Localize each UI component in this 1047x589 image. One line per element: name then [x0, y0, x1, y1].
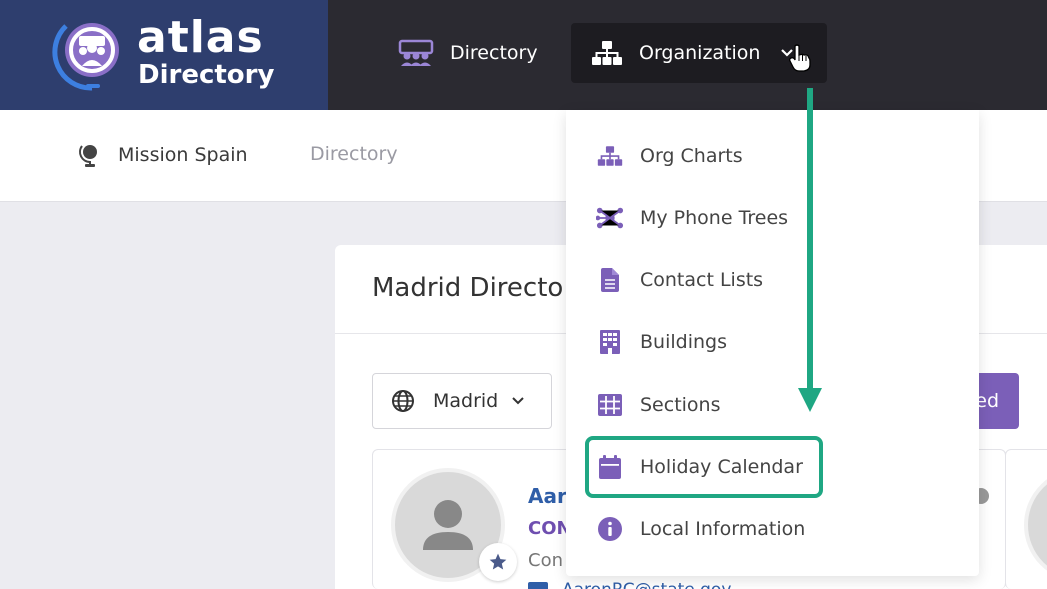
info-icon [598, 517, 622, 541]
globe-icon [392, 390, 414, 412]
nav-directory-label: Directory [450, 42, 538, 64]
org-chart-icon [597, 146, 623, 166]
chevron-down-icon [512, 397, 524, 405]
person-name[interactable]: Aar [528, 484, 567, 508]
brand-area[interactable]: atlas Directory [0, 0, 328, 110]
org-chart-icon [592, 41, 622, 65]
person-card[interactable] [1005, 449, 1047, 589]
mission-label: Mission Spain [118, 144, 248, 166]
brand-name: atlas [137, 12, 264, 63]
grid-icon [598, 394, 622, 416]
nav-organization-label: Organization [639, 42, 761, 64]
favorite-button[interactable] [479, 543, 517, 581]
nav-directory[interactable]: Directory [398, 33, 538, 73]
top-navigation-bar: atlas Directory Directory Organization [0, 0, 1047, 110]
city-select-value: Madrid [433, 390, 499, 412]
menu-item-local-information[interactable]: Local Information [596, 509, 805, 549]
menu-item-buildings[interactable]: Buildings [596, 322, 727, 362]
menu-item-label: Local Information [640, 518, 806, 540]
phone-tree-icon [596, 207, 624, 229]
person-email-text: AaronRC@state.gov [562, 580, 731, 589]
hand-cursor-icon [789, 44, 811, 72]
avatar [1024, 468, 1047, 582]
city-select[interactable]: Madrid [372, 373, 552, 429]
atlas-logo-icon [52, 23, 119, 91]
envelope-icon [528, 582, 548, 589]
highlight-box [585, 436, 823, 498]
brand-subtitle: Directory [138, 60, 275, 90]
menu-item-my-phone-trees[interactable]: My Phone Trees [596, 198, 788, 238]
menu-item-sections[interactable]: Sections [596, 385, 721, 425]
breadcrumb-directory[interactable]: Directory [310, 143, 398, 165]
menu-item-label: My Phone Trees [640, 207, 789, 229]
menu-item-label: Org Charts [640, 145, 743, 167]
building-icon [600, 330, 620, 354]
menu-item-contact-lists[interactable]: Contact Lists [596, 260, 763, 300]
directory-people-icon [398, 39, 434, 66]
star-icon [489, 553, 507, 570]
organization-dropdown-menu: Org Charts My Phone Trees Contact Lists [566, 110, 979, 576]
menu-item-label: Sections [640, 394, 721, 416]
document-icon [601, 268, 619, 292]
person-subtitle: Con [528, 550, 563, 571]
menu-item-label: Contact Lists [640, 269, 764, 291]
arrow-down-icon [798, 88, 822, 412]
page-title: Madrid Directo [372, 273, 564, 303]
menu-item-org-charts[interactable]: Org Charts [596, 136, 743, 176]
globe-stand-icon [79, 145, 97, 167]
menu-item-label: Buildings [640, 331, 727, 353]
person-email[interactable]: AaronRC@state.gov [528, 580, 731, 589]
mission-selector[interactable]: Mission Spain [78, 142, 248, 168]
